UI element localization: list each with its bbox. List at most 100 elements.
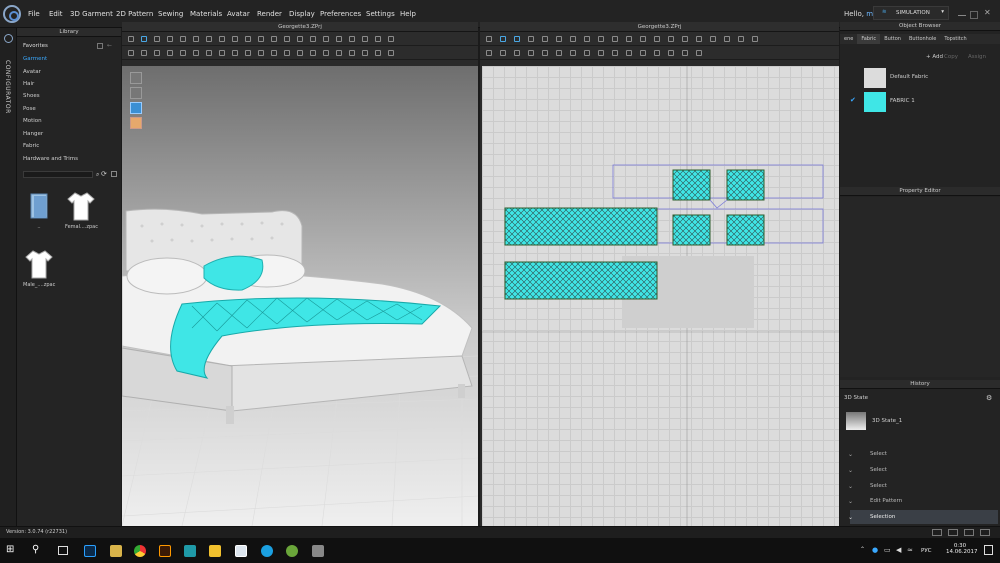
tray-app-icon[interactable]: ● [872,546,878,554]
fold-tool-icon[interactable] [180,35,186,42]
seam-tool-icon[interactable] [310,49,316,56]
menu-render[interactable]: Render [257,10,282,18]
transform-tool-icon[interactable] [486,35,492,42]
rectangle-tool-icon[interactable] [584,35,590,42]
fabric-swatch-fabric1[interactable] [864,92,886,112]
stress-tool-icon[interactable] [167,49,173,56]
graphic-2d-tool-icon[interactable] [584,49,590,56]
grain-tool-icon[interactable] [486,49,492,56]
pleat-tool-icon[interactable] [668,35,674,42]
library-search-input[interactable] [23,171,93,178]
ruler-tool-icon[interactable] [232,49,238,56]
menu-2d-pattern[interactable]: 2D Pattern [116,10,153,18]
free-sew-tool-icon[interactable] [724,35,730,42]
pattern-piece[interactable] [672,214,711,246]
render-tool-icon[interactable] [323,49,329,56]
curvature-tool-icon[interactable] [542,35,548,42]
photoshop-icon[interactable] [84,545,96,557]
viewport-2d-canvas[interactable] [482,66,839,526]
library-item-favorites[interactable]: Favorites [23,43,48,49]
edit-curve-tool-icon[interactable] [528,35,534,42]
fabric-label-default[interactable]: Default Fabric [890,74,928,80]
menu-preferences[interactable]: Preferences [320,10,361,18]
button-2d-tool-icon[interactable] [626,49,632,56]
file-explorer-icon[interactable] [110,545,122,557]
mesh-tool-icon[interactable] [154,49,160,56]
tab-buttonhole[interactable]: Buttonhole [905,34,940,44]
pattern-piece[interactable] [504,207,658,246]
tab-topstitch[interactable]: Topstitch [940,34,970,44]
garment-toggle-icon[interactable] [130,87,142,99]
skin-toggle-icon[interactable] [130,117,142,129]
tack-tool-icon[interactable] [219,35,225,42]
search-icon[interactable]: ⌕ [96,171,99,179]
add-point-tool-icon[interactable] [556,35,562,42]
strap-tool-icon[interactable] [310,35,316,42]
fabric-toggle-icon[interactable] [130,102,142,114]
library-item-hair[interactable]: Hair [23,81,34,87]
pressure-tool-icon[interactable] [206,49,212,56]
copy-button[interactable]: Copy [944,54,958,60]
add-favorite-icon[interactable] [97,43,103,49]
shirring-tool-icon[interactable] [668,49,674,56]
seam-allowance-tool-icon[interactable] [682,35,688,42]
task-view-icon[interactable] [58,546,68,555]
tab-scene[interactable]: ene [840,34,857,44]
edit-pattern-tool-icon[interactable] [500,35,506,42]
library-file-up[interactable]: .. [23,190,55,230]
light-tool-icon[interactable] [362,49,368,56]
app-m-icon[interactable] [209,545,221,557]
avatar-tool-icon[interactable] [284,35,290,42]
calculator-icon[interactable] [312,545,324,557]
dart-tool-icon[interactable] [640,35,646,42]
tray-arrow-icon[interactable]: ⌃ [860,546,865,553]
internal-rect-tool-icon[interactable] [626,35,632,42]
viewport-3d-canvas[interactable] [122,66,478,526]
line-tool-icon[interactable] [336,35,342,42]
globe-app-icon[interactable] [286,545,298,557]
puckering-tool-icon[interactable] [696,49,702,56]
history-entry-selected[interactable]: Selection [850,510,998,524]
history-entry[interactable]: Select [850,447,998,461]
clock[interactable]: 0:30 14.06.2017 [946,543,978,555]
history-entry[interactable]: Select [850,479,998,493]
circle-tool-icon[interactable] [598,35,604,42]
layout-3d-icon[interactable] [980,529,990,536]
app-3-icon[interactable] [184,545,196,557]
illustrator-icon[interactable] [159,545,171,557]
add-button[interactable]: + Add [926,54,943,60]
menu-materials[interactable]: Materials [190,10,222,18]
annotation-tool-icon[interactable] [598,49,604,56]
overlap-tool-icon[interactable] [362,35,368,42]
library-item-avatar[interactable]: Avatar [23,69,41,75]
restore-icon[interactable] [970,11,978,19]
camera-tool-icon[interactable] [375,49,381,56]
pattern-piece[interactable] [672,169,711,201]
search-icon[interactable]: ⚲ [32,544,39,555]
windows-start-icon[interactable]: ⊞ [6,545,16,555]
library-item-motion[interactable]: Motion [23,118,42,124]
pattern-piece[interactable] [726,214,765,246]
select-button-tool-icon[interactable] [654,49,660,56]
elastic-tool-icon[interactable] [682,49,688,56]
measure-tool-icon[interactable] [271,35,277,42]
menu-sewing[interactable]: Sewing [158,10,183,18]
snapshot-tool-icon[interactable] [336,49,342,56]
segment-sew-tool-icon[interactable] [710,35,716,42]
pattern-piece[interactable] [726,169,765,201]
view-tool-icon[interactable] [128,49,134,56]
measure-2d-tool-icon[interactable] [612,49,618,56]
video-tool-icon[interactable] [349,49,355,56]
menu-file[interactable]: File [28,10,40,18]
menu-edit[interactable]: Edit [49,10,63,18]
texture-tool-icon[interactable] [375,35,381,42]
assign-button[interactable]: Assign [968,54,986,60]
symmetry-tool-icon[interactable] [297,49,303,56]
edit-point-tool-icon[interactable] [514,35,520,42]
pin-tool-icon[interactable] [167,35,173,42]
avatar-toggle-icon[interactable] [130,72,142,84]
fit-view-tool-icon[interactable] [542,49,548,56]
arrange-tool-icon[interactable] [349,35,355,42]
notch-tool-icon[interactable] [500,49,506,56]
mode-dropdown[interactable]: SIMULATION ≋ ▾ [873,6,949,20]
